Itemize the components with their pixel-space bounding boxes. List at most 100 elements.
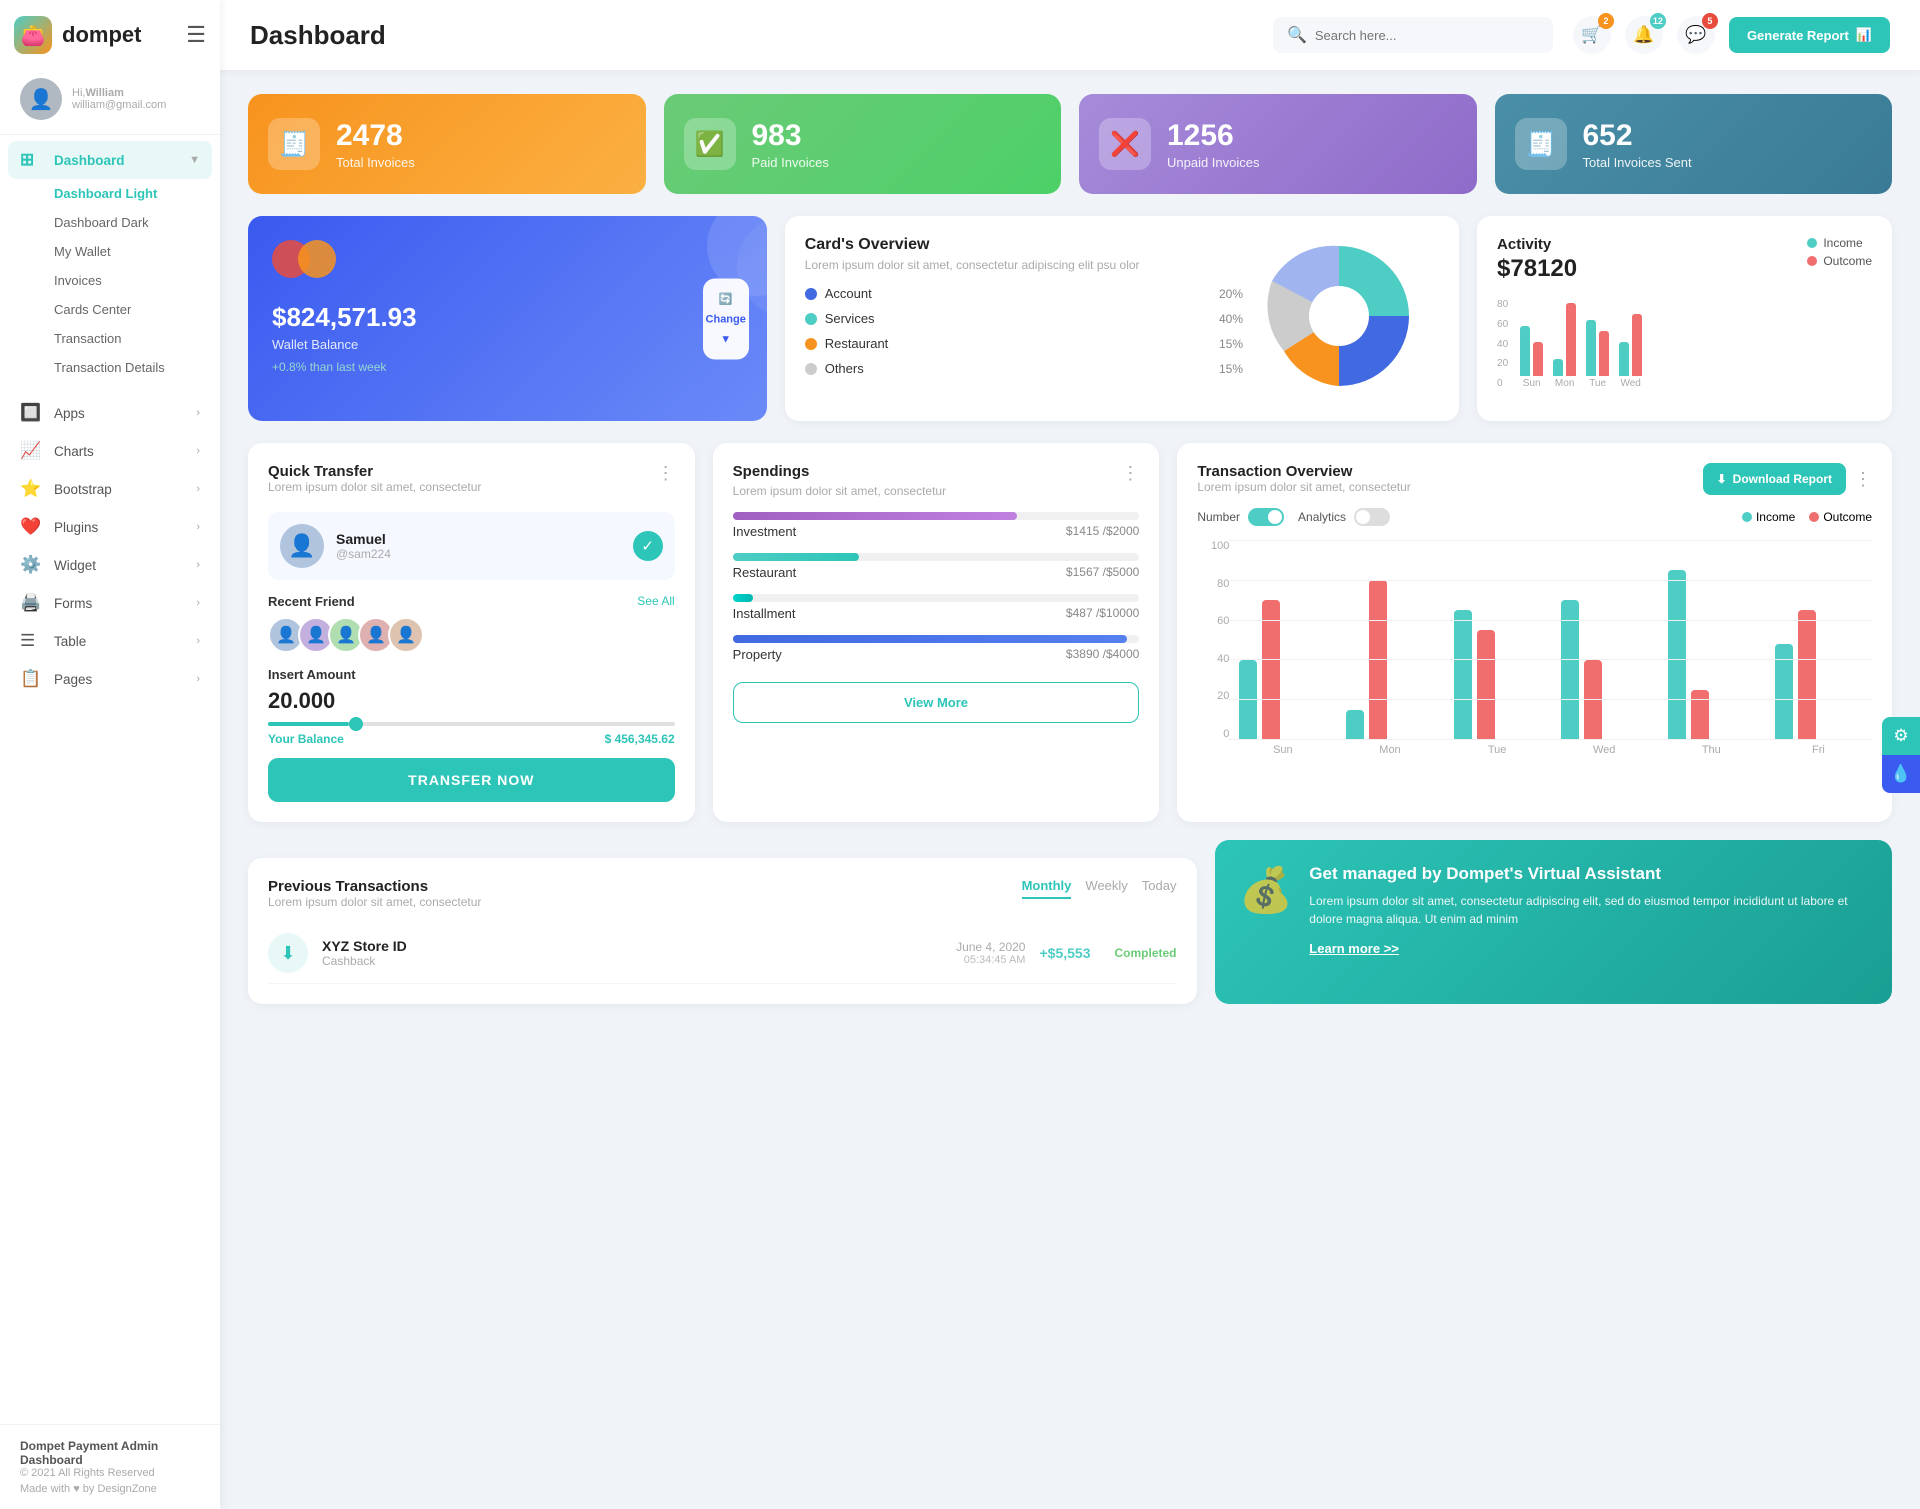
submenu-item-transaction-details[interactable]: Transaction Details	[0, 353, 220, 382]
cart-badge: 2	[1598, 13, 1614, 29]
submenu-item-my-wallet[interactable]: My Wallet	[0, 237, 220, 266]
search-box[interactable]: 🔍	[1273, 17, 1553, 53]
submenu-item-cards-center[interactable]: Cards Center	[0, 295, 220, 324]
total-invoices-number: 2478	[336, 119, 415, 153]
submenu-item-dashboard-light[interactable]: Dashboard Light	[0, 179, 220, 208]
search-input[interactable]	[1315, 28, 1515, 43]
spending-item-restaurant: Restaurant $1567 /$5000	[733, 553, 1140, 580]
footer-made-with: Made with ♥ by DesignZone	[20, 1483, 200, 1495]
sidebar-item-dashboard[interactable]: ⊞ Dashboard ▼	[8, 141, 212, 179]
activity-amount: $78120	[1497, 255, 1577, 283]
property-info: Property $3890 /$4000	[733, 647, 1140, 662]
to-outcome-thu	[1691, 690, 1709, 740]
qt-user-avatar: 👤	[280, 524, 324, 568]
cards-overview-title: Card's Overview	[805, 236, 1243, 254]
notifications-button[interactable]: 🔔 12	[1625, 16, 1663, 54]
y-tick-80: 80	[1197, 578, 1229, 590]
see-all-link[interactable]: See All	[637, 594, 674, 609]
to-income-thu	[1668, 570, 1686, 740]
property-bar-track	[733, 635, 1140, 643]
to-income-mon	[1346, 710, 1364, 740]
y-tick-0: 0	[1197, 728, 1229, 740]
tx-info: XYZ Store ID Cashback	[322, 938, 407, 968]
qt-more-button[interactable]: ⋮	[657, 463, 675, 484]
installment-amount: $487 /$10000	[1066, 606, 1139, 621]
co-item-restaurant: Restaurant 15%	[805, 336, 1243, 351]
installment-name: Installment	[733, 606, 796, 621]
restaurant-amount: $1567 /$5000	[1066, 565, 1139, 580]
view-more-button[interactable]: View More	[733, 682, 1140, 723]
messages-button[interactable]: 💬 5	[1677, 16, 1715, 54]
cards-overview-content: Card's Overview Lorem ipsum dolor sit am…	[805, 236, 1439, 401]
transfer-now-button[interactable]: TRANSFER NOW	[268, 758, 675, 802]
transaction-overview-card: Transaction Overview Lorem ipsum dolor s…	[1177, 443, 1892, 822]
generate-report-button[interactable]: Generate Report 📊	[1729, 17, 1890, 53]
to-bar-group-tue	[1454, 610, 1541, 740]
sidebar-item-apps[interactable]: 🔲 Apps ›	[0, 394, 220, 432]
property-bar-fill	[733, 635, 1127, 643]
submenu-item-dashboard-dark[interactable]: Dashboard Dark	[0, 208, 220, 237]
tx-date: June 4, 2020 05:34:45 AM	[956, 940, 1025, 966]
amount-slider[interactable]	[268, 722, 675, 726]
stat-card-total-sent: 🧾 652 Total Invoices Sent	[1495, 94, 1893, 194]
submenu-item-invoices[interactable]: Invoices	[0, 266, 220, 295]
tx-name: XYZ Store ID	[322, 938, 407, 954]
tx-tab-today[interactable]: Today	[1142, 878, 1177, 899]
account-dot	[805, 288, 817, 300]
nav-section-dashboard: ⊞ Dashboard ▼ Dashboard Light Dashboard …	[0, 135, 220, 388]
to-more-button[interactable]: ⋮	[1854, 469, 1872, 490]
balance-row: Your Balance $ 456,345.62	[268, 732, 675, 746]
sidebar-item-table[interactable]: ☰ Table ›	[0, 622, 220, 660]
tx-tab-monthly[interactable]: Monthly	[1022, 878, 1072, 899]
spendings-more-button[interactable]: ⋮	[1121, 463, 1139, 484]
analytics-toggle-label: Analytics	[1298, 510, 1346, 524]
spendings-title: Spendings	[733, 463, 946, 480]
submenu-item-transaction[interactable]: Transaction	[0, 324, 220, 353]
analytics-toggle-knob	[1356, 510, 1370, 524]
income-leg: Income	[1742, 510, 1795, 524]
apps-icon: 🔲	[20, 403, 42, 423]
mon-label: Mon	[1555, 378, 1574, 389]
tx-tab-weekly[interactable]: Weekly	[1085, 878, 1127, 899]
sidebar-item-widget[interactable]: ⚙️ Widget ›	[0, 546, 220, 584]
transfer-btn-label: TRANSFER NOW	[408, 772, 534, 788]
sidebar-item-label-apps: Apps	[54, 406, 85, 421]
previous-transactions-card: Previous Transactions Lorem ipsum dolor …	[248, 858, 1197, 1004]
x-tick-fri: Fri	[1775, 740, 1862, 756]
settings-panel-button[interactable]: ⚙	[1882, 717, 1920, 755]
va-learn-more-link[interactable]: Learn more >>	[1309, 941, 1399, 956]
paid-invoices-label: Paid Invoices	[752, 155, 829, 170]
analytics-toggle[interactable]	[1354, 508, 1390, 526]
sidebar-item-charts[interactable]: 📈 Charts ›	[0, 432, 220, 470]
user-info: Hi,William william@gmail.com	[72, 87, 166, 111]
nav-section-main: 🔲 Apps › 📈 Charts › ⭐ Bootstrap › ❤️ Plu…	[0, 388, 220, 704]
widget-icon: ⚙️	[20, 555, 42, 575]
mastercard-icons	[272, 240, 743, 278]
sidebar-item-pages[interactable]: 📋 Pages ›	[0, 660, 220, 698]
qt-user-card: 👤 Samuel @sam224 ✓	[268, 512, 675, 580]
download-icon: ⬇	[1717, 472, 1727, 486]
virtual-assistant-card: 💰 Get managed by Dompet's Virtual Assist…	[1215, 840, 1893, 1004]
plugins-icon: ❤️	[20, 517, 42, 537]
change-button[interactable]: 🔄 Change ▼	[703, 278, 749, 359]
chevron-right-icon-plugins: ›	[196, 521, 200, 533]
cart-button[interactable]: 🛒 2	[1573, 16, 1611, 54]
sidebar-item-forms[interactable]: 🖨️ Forms ›	[0, 584, 220, 622]
number-toggle[interactable]	[1248, 508, 1284, 526]
notifications-badge: 12	[1650, 13, 1666, 29]
sidebar-item-label-bootstrap: Bootstrap	[54, 482, 112, 497]
download-report-button[interactable]: ⬇ Download Report	[1703, 463, 1846, 495]
color-panel-button[interactable]: 💧	[1882, 755, 1920, 793]
to-bar-group-wed	[1561, 600, 1648, 740]
hamburger-icon[interactable]: ☰	[186, 22, 206, 48]
download-label: Download Report	[1733, 472, 1832, 486]
sidebar-item-bootstrap[interactable]: ⭐ Bootstrap ›	[0, 470, 220, 508]
installment-bar-track	[733, 594, 1140, 602]
slider-fill	[268, 722, 349, 726]
sidebar-item-plugins[interactable]: ❤️ Plugins ›	[0, 508, 220, 546]
header-icons: 🛒 2 🔔 12 💬 5 Generate Report 📊	[1573, 16, 1890, 54]
friend-avatar-5: 👤	[388, 617, 424, 653]
qt-desc: Lorem ipsum dolor sit amet, consectetur	[268, 480, 481, 494]
qt-check-icon: ✓	[633, 531, 663, 561]
others-pct: 15%	[1219, 362, 1243, 376]
